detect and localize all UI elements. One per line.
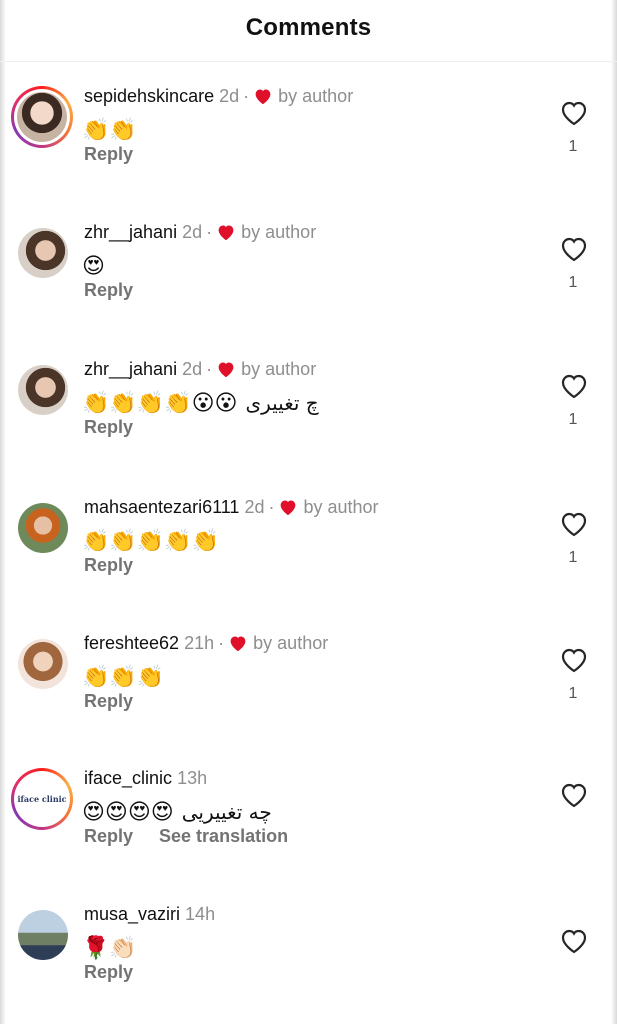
brand-logo: iface clinic [17, 794, 67, 804]
comment-meta: iface_clinic 13h [84, 768, 207, 789]
avatar[interactable] [18, 639, 68, 689]
liked-by-author: by author [241, 222, 317, 242]
comment-actions: Reply [84, 691, 159, 712]
username[interactable]: fereshtee62 [84, 633, 179, 653]
separator-dot: · [206, 359, 213, 379]
comment-item: mahsaentezari6111 2d · by author 👏👏👏👏👏 Re… [0, 497, 617, 633]
like-count: 1 [568, 138, 578, 155]
comment-time: 13h [177, 768, 208, 788]
avatar[interactable] [18, 228, 68, 278]
comment-message: چ تغییری [245, 391, 319, 415]
comment-emojis: 👏👏👏👏😮😮 [82, 390, 238, 415]
like-count: 1 [568, 685, 578, 702]
comment-text: 👏👏 [82, 112, 139, 148]
comment-meta: fereshtee62 21h · by author [84, 633, 328, 654]
like-heart-icon[interactable] [560, 236, 588, 262]
avatar[interactable] [18, 365, 68, 415]
comment-actions: Reply [84, 144, 159, 165]
comment-actions: Reply [84, 962, 159, 983]
comment-actions: Reply See translation [84, 826, 314, 847]
comments-header: Comments [0, 0, 617, 62]
like-count: 1 [568, 549, 578, 566]
liked-by-author: by author [278, 86, 354, 106]
heart-filled-icon [218, 225, 234, 241]
reply-button[interactable]: Reply [84, 280, 133, 300]
heart-filled-icon [255, 89, 271, 105]
see-translation-button[interactable]: See translation [159, 826, 288, 846]
comment-item: musa_vaziri 14h 🌹👏🏻 Reply [0, 904, 617, 1024]
liked-by-author: by author [303, 497, 379, 517]
username[interactable]: sepidehskincare [84, 86, 214, 106]
comment-text: 😍 [82, 248, 107, 284]
avatar[interactable] [18, 503, 68, 553]
heart-filled-icon [230, 636, 246, 652]
comment-text: 😍😍😍😍 چه تغییریی [82, 794, 272, 830]
comment-time: 2d [219, 86, 240, 106]
heart-filled-icon [281, 500, 296, 516]
comment-message: چه تغییریی [181, 800, 272, 824]
like-heart-icon[interactable] [560, 511, 588, 537]
liked-by-author: by author [253, 633, 329, 653]
reply-button[interactable]: Reply [84, 417, 133, 437]
comment-time: 2d [182, 359, 203, 379]
reply-button[interactable]: Reply [84, 962, 133, 982]
comment-emojis: 😍 [82, 253, 105, 278]
like-heart-icon[interactable] [560, 928, 588, 954]
comment-time: 2d [182, 222, 203, 242]
comment-time: 2d [244, 497, 265, 517]
comment-time: 21h [184, 633, 215, 653]
reply-button[interactable]: Reply [84, 691, 133, 711]
separator-dot: · [218, 633, 225, 653]
comment-emojis: 🌹👏🏻 [82, 935, 137, 960]
like-heart-icon[interactable] [560, 647, 588, 673]
username[interactable]: zhr__jahani [84, 222, 177, 242]
like-heart-icon[interactable] [560, 373, 588, 399]
comment-item: zhr__jahani 2d · by author 👏👏👏👏😮😮 چ تغییر… [0, 359, 617, 495]
comment-text: 🌹👏🏻 [82, 930, 139, 966]
page-title: Comments [245, 14, 372, 41]
avatar[interactable] [18, 910, 68, 960]
avatar[interactable] [11, 86, 73, 148]
reply-button[interactable]: Reply [84, 826, 133, 846]
reply-button[interactable]: Reply [84, 555, 133, 575]
avatar[interactable]: iface clinic [11, 768, 73, 830]
comment-meta: zhr__jahani 2d · by author [84, 222, 316, 243]
username[interactable]: musa_vaziri [84, 904, 180, 924]
comment-item: sepidehskincare 2d · by author 👏👏 Reply 1 [0, 86, 617, 222]
comment-time: 14h [185, 904, 216, 924]
comment-text: 👏👏👏 [82, 659, 166, 695]
separator-dot: · [268, 497, 275, 517]
username[interactable]: mahsaentezari6111 [84, 497, 239, 517]
comment-text: 👏👏👏👏👏 [82, 523, 221, 559]
username[interactable]: zhr__jahani [84, 359, 177, 379]
like-heart-icon[interactable] [560, 782, 588, 808]
comment-emojis: 😍😍😍😍 [82, 799, 174, 824]
comment-meta: sepidehskincare 2d · by author [84, 86, 353, 107]
heart-filled-icon [218, 362, 234, 378]
reply-button[interactable]: Reply [84, 144, 133, 164]
separator-dot: · [243, 86, 250, 106]
comment-emojis: 👏👏👏 [82, 664, 165, 689]
like-count: 1 [568, 274, 578, 291]
comment-text: 👏👏👏👏😮😮 چ تغییری [82, 385, 319, 421]
like-heart-icon[interactable] [560, 100, 588, 126]
comment-meta: musa_vaziri 14h [84, 904, 215, 925]
comment-actions: Reply [84, 417, 159, 438]
like-count: 1 [568, 411, 578, 428]
comment-emojis: 👏👏👏👏👏 [82, 528, 219, 553]
username[interactable]: iface_clinic [84, 768, 172, 788]
liked-by-author: by author [241, 359, 317, 379]
comment-item: zhr__jahani 2d · by author 😍 Reply 1 [0, 222, 617, 358]
comment-meta: zhr__jahani 2d · by author [84, 359, 316, 380]
comment-meta: mahsaentezari6111 2d · by author [84, 497, 379, 518]
comment-emojis: 👏👏 [82, 117, 137, 142]
comment-actions: Reply [84, 555, 159, 576]
comment-item: fereshtee62 21h · by author 👏👏👏 Reply 1 [0, 633, 617, 769]
separator-dot: · [206, 222, 213, 242]
comment-item: iface clinic iface_clinic 13h 😍😍😍😍 چه تغ… [0, 768, 617, 904]
comment-actions: Reply [84, 280, 159, 301]
